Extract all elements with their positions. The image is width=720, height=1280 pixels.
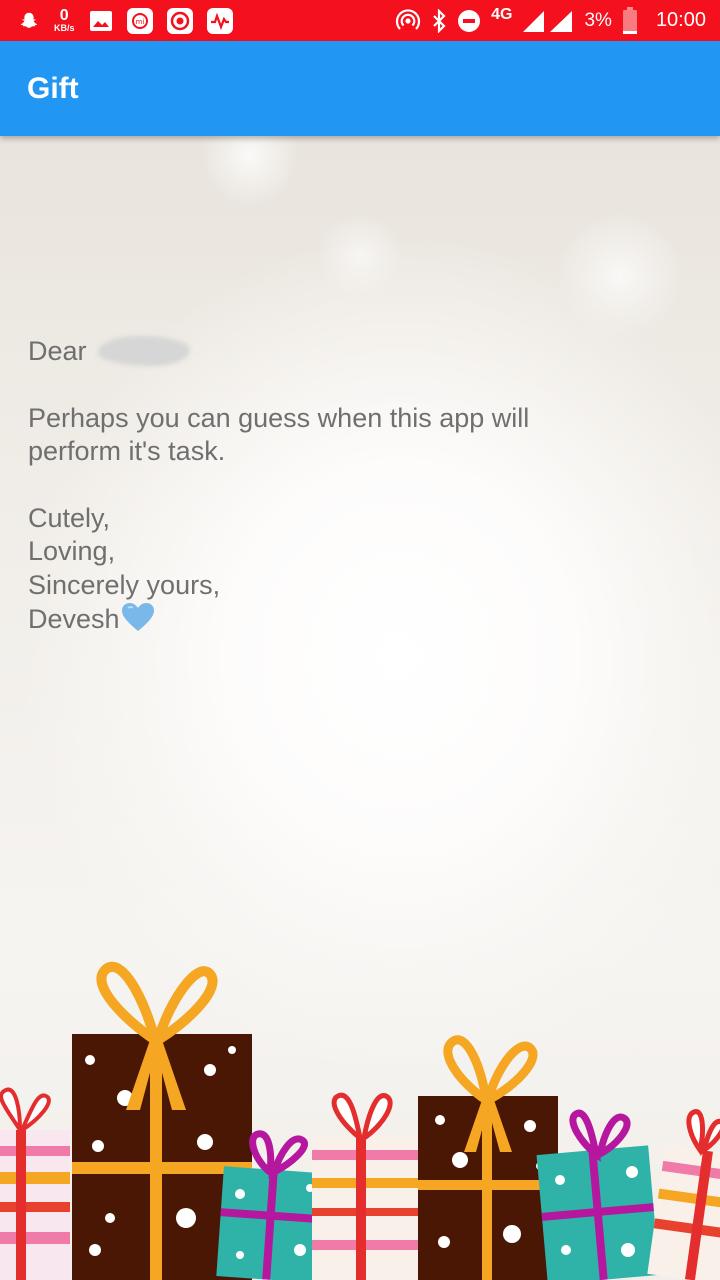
status-bar-left: 0 KB/s mi	[18, 7, 233, 34]
striped-gift-middle	[312, 1092, 422, 1280]
target-icon	[166, 7, 193, 34]
network-speed-unit: KB/s	[54, 23, 75, 33]
do-not-disturb-icon	[457, 9, 481, 33]
network-speed-value: 0	[59, 7, 69, 24]
greeting-line: Dear	[28, 335, 529, 369]
app-title: Gift	[27, 71, 79, 105]
activity-icon	[206, 7, 233, 34]
gift-boxes-illustration	[0, 962, 720, 1280]
bluetooth-icon	[431, 8, 447, 33]
battery-percent: 3%	[584, 9, 612, 31]
network-speed: 0 KB/s	[54, 8, 75, 33]
mi-icon: mi	[126, 7, 153, 34]
striped-gift-right	[647, 1109, 720, 1280]
signature: Devesh	[28, 604, 120, 634]
closing-line-2: Loving,	[28, 536, 116, 566]
svg-text:mi: mi	[135, 18, 144, 26]
status-bar-right: 4G 3% 10:00	[395, 5, 706, 35]
blue-heart-icon	[121, 602, 155, 641]
hotspot-icon	[395, 8, 421, 33]
greeting: Dear	[28, 336, 87, 366]
letter: Dear Perhaps you can guess when this app…	[28, 335, 529, 641]
redacted-name-scribble	[98, 335, 191, 366]
signal-icon	[522, 9, 574, 33]
clock: 10:00	[655, 9, 706, 31]
network-type: 4G	[491, 5, 513, 23]
status-bar: 0 KB/s mi 4G 3% 10:00	[0, 0, 720, 41]
closing-line-3: Sincerely yours,	[28, 569, 221, 600]
letter-body-line-2: perform it's task.	[28, 436, 226, 466]
content-area: Dear Perhaps you can guess when this app…	[0, 136, 720, 1280]
battery-icon	[622, 6, 638, 35]
striped-gift-left	[0, 1087, 70, 1280]
signature-line: Devesh	[28, 602, 529, 641]
app-bar: Gift	[0, 41, 720, 136]
closing-line-1: Cutely,	[28, 502, 111, 533]
letter-body-line-1: Perhaps you can guess when this app will	[28, 402, 530, 433]
snapchat-icon	[18, 10, 40, 32]
gallery-icon	[89, 10, 113, 32]
